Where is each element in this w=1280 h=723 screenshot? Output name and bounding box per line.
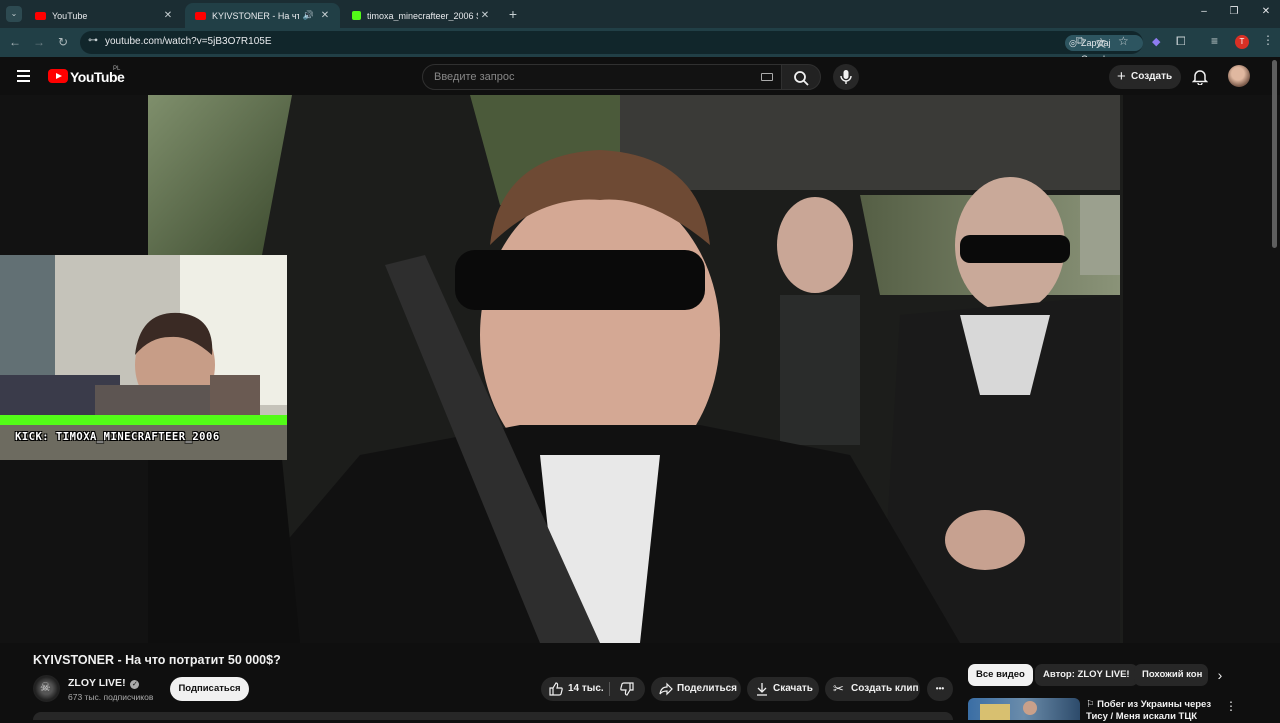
chips-next-chevron-icon[interactable]: › <box>1211 666 1229 684</box>
skull-logo-icon: ☠ <box>40 680 51 694</box>
new-tab-button[interactable]: + <box>505 6 521 22</box>
reading-list-icon[interactable]: ≡ <box>1211 34 1218 48</box>
translate-icon[interactable]: 文 <box>1096 35 1106 50</box>
thumbs-down-icon <box>620 682 634 696</box>
tab-close-icon[interactable]: ✕ <box>318 10 332 21</box>
create-button[interactable]: + Создать <box>1109 65 1181 89</box>
forward-button[interactable]: → <box>31 34 47 50</box>
youtube-logo-icon[interactable] <box>48 69 68 83</box>
scissors-icon: ✂ <box>833 681 844 696</box>
recommended-menu-icon[interactable]: ⋮ <box>1225 699 1237 713</box>
page-scrollbar-thumb[interactable] <box>1272 60 1277 248</box>
video-player[interactable]: KICK: TIMOXA_MINECRAFTEER_2006 <box>0 95 1280 643</box>
browser-tab-bar: ⌄ YouTube ✕ KYIVSTONER - На что потр 🔊 ✕… <box>0 0 1280 28</box>
extension-icon[interactable]: ◆ <box>1152 35 1160 48</box>
download-button[interactable]: Скачать <box>747 677 819 701</box>
search-button[interactable] <box>781 64 821 90</box>
audio-playing-icon[interactable]: 🔊 <box>303 10 314 21</box>
restore-button[interactable]: ❐ <box>1226 6 1242 17</box>
search-input[interactable]: Введите запрос <box>422 64 782 90</box>
region-code: PL <box>113 66 121 72</box>
search-icon <box>794 71 809 86</box>
chip-related[interactable]: Похожий кон <box>1134 664 1208 686</box>
chip-from-author[interactable]: Автор: ZLOY LIVE! <box>1035 664 1138 686</box>
site-info-icon[interactable]: ⊶ <box>88 35 98 46</box>
description-box[interactable] <box>33 712 953 720</box>
cast-icon[interactable]: ⧉ <box>1076 35 1084 48</box>
tab-kick-stream[interactable]: timoxa_minecrafteer_2006 Stre ✕ <box>342 3 500 28</box>
download-icon <box>757 683 767 696</box>
share-button[interactable]: Поделиться <box>651 677 741 701</box>
notifications-bell-icon[interactable] <box>1192 68 1208 85</box>
plus-icon: + <box>1117 68 1126 85</box>
thumbnail-detail <box>980 704 1010 720</box>
dislike-button[interactable] <box>610 677 645 701</box>
hamburger-menu-icon[interactable] <box>17 70 30 82</box>
chip-all-videos[interactable]: Все видео <box>968 664 1033 686</box>
more-actions-button[interactable]: ••• <box>927 677 953 701</box>
browser-menu-icon[interactable]: ⋮ <box>1262 33 1274 47</box>
kick-favicon-icon <box>352 11 361 20</box>
youtube-header: YouTube PL Введите запрос + Создать <box>0 57 1280 95</box>
like-dislike-group: 14 тыс. <box>541 677 645 701</box>
subscribe-button[interactable]: Подписаться <box>170 677 249 701</box>
address-bar[interactable]: ⊶ youtube.com/watch?v=5jB3O7R105E ◎ Zapy… <box>80 31 1143 64</box>
kick-channel-text: KICK: TIMOXA_MINECRAFTEER_2006 <box>15 431 220 443</box>
like-button[interactable]: 14 тыс. <box>541 677 609 701</box>
tab-close-icon[interactable]: ✕ <box>161 10 175 21</box>
user-avatar[interactable] <box>1228 65 1250 87</box>
extensions-puzzle-icon[interactable]: ⧠ <box>1176 34 1186 49</box>
kick-banner: KICK: TIMOXA_MINECRAFTEER_2006 <box>0 415 287 460</box>
browser-toolbar: ← → ↻ ⊶ youtube.com/watch?v=5jB3O7R105E … <box>0 28 1280 64</box>
channel-avatar[interactable]: ☠ <box>33 675 60 702</box>
back-button[interactable]: ← <box>7 34 23 50</box>
youtube-favicon-icon <box>195 11 206 20</box>
recommended-title[interactable]: ⚐ Побег из Украины через Тису / Меня иск… <box>1086 699 1211 723</box>
share-arrow-icon <box>659 682 673 696</box>
create-clip-button[interactable]: ✂ Создать клип <box>825 677 920 701</box>
url-text[interactable]: youtube.com/watch?v=5jB3O7R105E <box>105 36 272 47</box>
tab-close-icon[interactable]: ✕ <box>478 10 492 21</box>
verified-badge-icon: ✓ <box>130 680 140 689</box>
thumbs-up-icon <box>549 682 563 696</box>
channel-name[interactable]: ZLOY LIVE! ✓ <box>68 677 140 689</box>
keyboard-icon[interactable] <box>761 73 773 81</box>
bookmark-star-icon[interactable]: ☆ <box>1118 34 1129 48</box>
profile-avatar[interactable]: T <box>1235 35 1249 49</box>
video-title: KYIVSTONER - На что потратит 50 000$? <box>33 653 281 667</box>
thumbnail-face <box>1023 701 1037 715</box>
subscriber-count: 673 тыс. подписчиков <box>68 692 154 702</box>
close-window-button[interactable]: ✕ <box>1258 6 1274 17</box>
recommended-thumbnail[interactable] <box>968 698 1080 720</box>
search-placeholder: Введите запрос <box>434 71 515 83</box>
reload-button[interactable]: ↻ <box>55 34 71 50</box>
tab-search-chevron-icon[interactable]: ⌄ <box>6 6 22 22</box>
pin-icon: ⚐ <box>1086 699 1098 710</box>
tab-kyivstoner[interactable]: KYIVSTONER - На что потр 🔊 ✕ <box>185 3 340 28</box>
streamer-webcam-overlay: KICK: TIMOXA_MINECRAFTEER_2006 <box>0 255 287 460</box>
youtube-favicon-icon <box>35 11 46 20</box>
voice-search-button[interactable] <box>833 64 859 90</box>
tab-youtube[interactable]: YouTube ✕ <box>25 3 183 28</box>
microphone-icon <box>840 70 852 84</box>
minimize-button[interactable]: – <box>1196 6 1212 17</box>
